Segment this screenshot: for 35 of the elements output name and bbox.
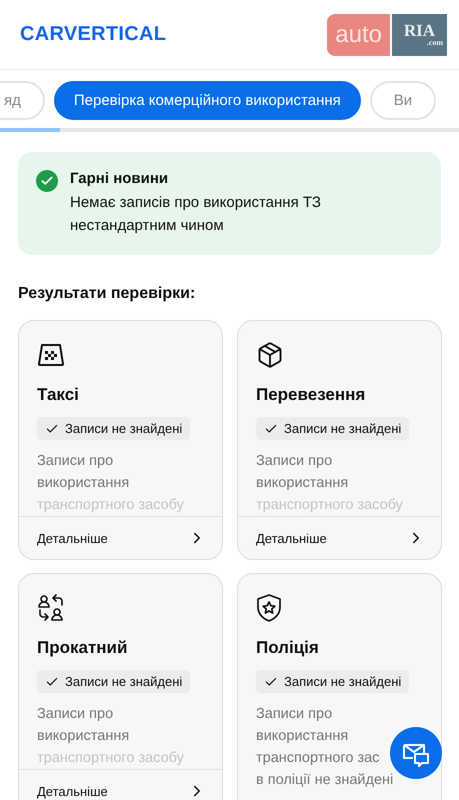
notice-text: Немає записів про використання ТЗ нестандартним чином [70, 193, 322, 236]
check-circle-icon [36, 170, 58, 192]
people-swap-icon [37, 594, 65, 622]
tab[interactable]: Перевірка комерційного використання [54, 81, 361, 120]
partner-logo-word: auto [327, 14, 390, 56]
card-description-line: Записи про [256, 705, 334, 724]
tab[interactable]: Ви [370, 81, 436, 120]
section-heading: Результати перевірки: [18, 285, 196, 303]
details-link[interactable]: Детальніше [19, 769, 222, 800]
card-title: Поліція [256, 638, 319, 658]
shield-star-icon [256, 594, 282, 622]
card-description-line: використання [256, 727, 350, 746]
card-description-line: Записи про [37, 705, 114, 724]
status-badge: Записи не знайдені [256, 417, 410, 440]
card-description-line: Записи про [37, 452, 114, 471]
partner-logo-mark: RIA .com [392, 14, 447, 56]
card-description-line: Записи про [256, 452, 334, 471]
card-title: Таксі [37, 385, 79, 405]
status-badge: Записи не знайдені [37, 417, 190, 440]
taxi-sign-icon [37, 343, 65, 367]
card-description-line: використання [37, 727, 130, 746]
card-description-line: транспортного зас [256, 749, 380, 768]
tab[interactable]: яд [0, 81, 45, 120]
box-icon [256, 341, 284, 369]
card-title: Прокатний [37, 638, 128, 658]
details-link[interactable]: Детальніше [238, 516, 441, 559]
details-link[interactable]: Детальніше [19, 516, 222, 559]
notice-title: Гарні новини [70, 170, 170, 187]
card-description-line: використання [37, 474, 130, 493]
card-description-line: в поліції не знайдені [256, 771, 394, 790]
card-title: Перевезення [256, 385, 366, 405]
card-description-line: використання [256, 474, 350, 493]
status-badge: Записи не знайдені [37, 670, 190, 693]
logo[interactable]: CARVERTICAL [20, 23, 166, 46]
status-badge: Записи не знайдені [256, 670, 410, 693]
